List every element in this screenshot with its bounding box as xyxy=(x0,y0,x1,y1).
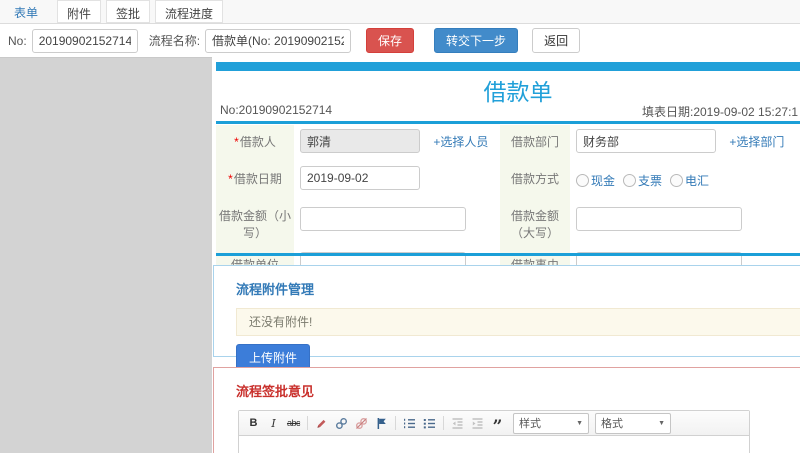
link-icon[interactable] xyxy=(332,414,351,432)
no-attachments-message: 还没有附件! xyxy=(236,308,800,336)
approval-section: 流程签批意见 B I abc ” 样式 ▼ 格式 ▼ xyxy=(213,367,800,453)
radio-circle-icon[interactable] xyxy=(576,174,589,187)
borrower-input[interactable] xyxy=(300,129,420,153)
department-input[interactable] xyxy=(576,129,716,153)
fill-date: 填表日期:2019-09-02 15:27:1 xyxy=(642,105,799,119)
select-person-link[interactable]: +选择人员 xyxy=(433,135,488,149)
document-number: No:20190902152714 xyxy=(220,103,333,117)
loan-method-label: 借款方式 xyxy=(500,162,570,199)
page: 表单 附件 签批 流程进度 No: 流程名称: 保存 转交下一步 返回 借款单 … xyxy=(0,0,800,453)
select-department-link[interactable]: +选择部门 xyxy=(729,135,784,149)
amount-uppercase-label: 借款金额（大写） xyxy=(500,199,570,248)
indent-icon[interactable] xyxy=(468,414,487,432)
format-dropdown[interactable]: 格式 ▼ xyxy=(595,412,671,434)
process-name-input[interactable] xyxy=(205,28,352,53)
approval-section-title: 流程签批意见 xyxy=(236,384,315,399)
loan-date-label: *借款日期 xyxy=(216,162,294,199)
radio-cheque[interactable]: 支票 xyxy=(623,172,662,189)
outdent-icon[interactable] xyxy=(448,414,467,432)
tab-bar: 表单 附件 签批 流程进度 xyxy=(0,0,800,24)
amount-lowercase-input[interactable] xyxy=(300,207,466,231)
tab-approval[interactable]: 签批 xyxy=(106,0,151,23)
toolbar-separator xyxy=(395,416,396,430)
bullet-list-icon[interactable] xyxy=(420,414,439,432)
department-field: +选择部门 xyxy=(570,125,800,157)
rich-text-editor: B I abc ” 样式 ▼ 格式 ▼ xyxy=(238,410,750,453)
amount-uppercase-input[interactable] xyxy=(576,207,742,231)
borrower-field: +选择人员 xyxy=(294,125,500,157)
bold-icon[interactable]: B xyxy=(244,414,263,432)
strikethrough-icon[interactable]: abc xyxy=(284,414,303,432)
save-button[interactable]: 保存 xyxy=(366,28,415,53)
radio-cash[interactable]: 现金 xyxy=(576,172,615,189)
tab-attachments[interactable]: 附件 xyxy=(57,0,102,23)
loan-method-field: 现金 支票 电汇 xyxy=(570,162,800,194)
tab-process-progress[interactable]: 流程进度 xyxy=(155,0,224,23)
form-header-bar xyxy=(216,62,800,71)
radio-circle-icon[interactable] xyxy=(670,174,684,187)
anchor-flag-icon[interactable] xyxy=(372,414,391,432)
remove-format-icon[interactable] xyxy=(312,414,331,432)
styles-dropdown[interactable]: 样式 ▼ xyxy=(513,412,589,434)
required-mark: * xyxy=(228,172,233,186)
required-mark: * xyxy=(234,135,239,149)
no-input[interactable] xyxy=(31,28,138,53)
unlink-icon[interactable] xyxy=(352,414,371,432)
attachments-section-title: 流程附件管理 xyxy=(236,282,315,297)
department-label: 借款部门 xyxy=(500,125,570,162)
loan-date-input[interactable] xyxy=(300,166,420,190)
loan-date-field xyxy=(294,162,500,194)
amount-lowercase-label: 借款金额（小写） xyxy=(216,199,294,248)
amount-lowercase-field xyxy=(294,199,500,243)
radio-circle-icon[interactable] xyxy=(623,174,637,187)
header: 表单 附件 签批 流程进度 No: 流程名称: 保存 转交下一步 返回 xyxy=(0,0,800,58)
back-button[interactable]: 返回 xyxy=(532,28,581,53)
attachments-section: 流程附件管理 还没有附件! 上传附件 xyxy=(213,265,800,371)
blockquote-icon[interactable]: ” xyxy=(488,414,507,436)
forward-next-step-button[interactable]: 转交下一步 xyxy=(434,28,519,53)
borrower-label: *借款人 xyxy=(216,125,294,162)
amount-uppercase-field xyxy=(570,199,800,243)
form-title: 借款单 xyxy=(483,79,553,105)
form-panel: 借款单 No:20190902152714 填表日期:2019-09-02 15… xyxy=(212,57,800,453)
chevron-down-icon: ▼ xyxy=(658,419,665,427)
numbered-list-icon[interactable] xyxy=(400,414,419,432)
no-label: No: xyxy=(8,33,27,48)
process-name-label: 流程名称: xyxy=(148,34,201,48)
action-toolbar: No: 流程名称: 保存 转交下一步 返回 xyxy=(0,24,800,57)
divider-line-top xyxy=(216,121,800,124)
tab-form[interactable]: 表单 xyxy=(0,0,52,23)
editor-content-area[interactable] xyxy=(239,436,749,453)
toolbar-separator xyxy=(307,416,308,430)
editor-toolbar: B I abc ” 样式 ▼ 格式 ▼ xyxy=(239,411,749,436)
chevron-down-icon: ▼ xyxy=(576,419,583,427)
italic-icon[interactable]: I xyxy=(264,414,283,432)
divider-line-bottom xyxy=(216,253,800,256)
toolbar-separator xyxy=(443,416,444,430)
radio-wire-transfer[interactable]: 电汇 xyxy=(670,172,709,189)
